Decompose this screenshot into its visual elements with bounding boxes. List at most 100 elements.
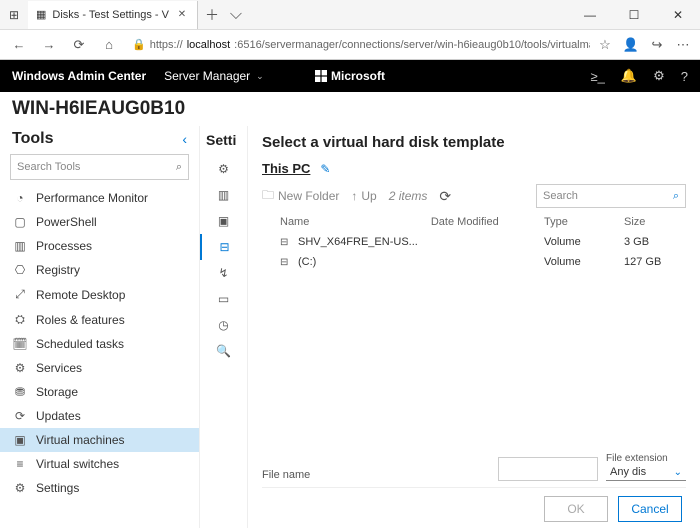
col-size[interactable]: Size <box>624 216 684 228</box>
settings-item-1[interactable]: ▥ <box>200 182 247 208</box>
help-icon[interactable]: ? <box>681 69 688 84</box>
tool-icon: ◔ <box>12 191 28 205</box>
more-icon[interactable]: ⋯ <box>672 37 694 53</box>
edit-path-icon[interactable]: ✎ <box>320 162 330 176</box>
tool-label: Registry <box>36 263 80 277</box>
sidebar-item-services[interactable]: ⚙Services <box>0 356 199 380</box>
volume-icon: ⊟ <box>280 257 294 268</box>
settings-heading: Setti <box>200 130 247 156</box>
settings-icon[interactable]: ⚙ <box>653 68 665 84</box>
server-manager-menu[interactable]: Server Manager ⌄ <box>164 69 264 83</box>
col-name[interactable]: Name <box>280 216 431 228</box>
settings-item-0[interactable]: ⚙ <box>200 156 247 182</box>
file-name: (C:) <box>298 256 316 268</box>
chevron-down-icon: ⌄ <box>674 467 682 478</box>
extension-label: File extension <box>606 453 686 464</box>
close-button[interactable]: ✕ <box>656 8 700 22</box>
notifications-icon[interactable]: 🔔 <box>621 68 637 84</box>
sidebar-item-roles-features[interactable]: ⛭Roles & features <box>0 307 199 332</box>
file-type: Volume <box>544 256 624 268</box>
tools-sidebar: Tools ‹ Search Tools ⌕ ◔Performance Moni… <box>0 126 200 528</box>
tool-label: Updates <box>36 409 81 423</box>
maximize-button[interactable]: ☐ <box>612 8 656 22</box>
search-icon: ⌕ <box>176 161 182 174</box>
file-row[interactable]: ⊟ (C:) Volume127 GB <box>262 252 686 272</box>
volume-icon: ⊟ <box>280 237 294 248</box>
new-folder-button[interactable]: 🗀 New Folder <box>262 186 339 207</box>
extension-select[interactable]: Any dis ⌄ <box>606 464 686 481</box>
up-button[interactable]: ↑ Up <box>351 189 376 203</box>
file-search-input[interactable]: Search ⌕ <box>536 184 686 208</box>
settings-item-5[interactable]: ▭ <box>200 286 247 312</box>
tab-title: Disks - Test Settings - V <box>52 9 169 21</box>
tool-label: Processes <box>36 239 92 253</box>
sidebar-item-registry[interactable]: ⎔ Registry <box>0 258 199 282</box>
tool-icon: ≡ <box>12 457 28 471</box>
browser-tab[interactable]: ▦ Disks - Test Settings - V ✕ <box>28 1 198 29</box>
forward-button[interactable]: → <box>36 37 62 52</box>
col-type[interactable]: Type <box>544 216 624 228</box>
refresh-list-icon[interactable]: ⟳ <box>439 188 451 205</box>
file-row[interactable]: ⊟SHV_X64FRE_EN-US...Volume3 GB <box>262 232 686 252</box>
console-icon[interactable]: ≥_ <box>591 69 605 84</box>
settings-item-2[interactable]: ▣ <box>200 208 247 234</box>
tool-label: Remote Desktop <box>36 288 125 302</box>
tool-label: Scheduled tasks <box>36 337 124 351</box>
tool-icon: ▣ <box>12 433 28 447</box>
sidebar-item-processes[interactable]: ▥ Processes <box>0 234 199 258</box>
tool-label: Virtual machines <box>36 433 125 447</box>
sidebar-item-scheduled-tasks[interactable]: 🗓Scheduled tasks <box>0 332 199 356</box>
sidebar-item-updates[interactable]: ⟳ Updates <box>0 404 199 428</box>
file-size: 127 GB <box>624 256 684 268</box>
url-input[interactable]: 🔒 https://localhost:6516/servermanager/c… <box>126 38 590 51</box>
minimize-button[interactable]: — <box>568 8 612 22</box>
sidebar-item-remote-desktop[interactable]: ⤢Remote Desktop <box>0 282 199 307</box>
sidebar-item-settings[interactable]: ⚙Settings <box>0 476 199 500</box>
home-button[interactable]: ⌂ <box>96 37 122 52</box>
new-tab-button[interactable]: ＋ <box>198 5 226 25</box>
breadcrumb-path[interactable]: This PC <box>262 161 310 176</box>
settings-item-4[interactable]: ↯ <box>200 260 247 286</box>
sidebar-item-storage[interactable]: ⛃Storage <box>0 380 199 404</box>
collapse-tools-icon[interactable]: ‹ <box>182 131 187 147</box>
sidebar-item-performance-monitor[interactable]: ◔Performance Monitor <box>0 186 199 210</box>
filename-label: File name <box>262 469 322 481</box>
app-icon: ⊞ <box>0 8 28 22</box>
back-button[interactable]: ← <box>6 37 32 52</box>
tools-search-placeholder: Search Tools <box>17 161 80 173</box>
filename-input[interactable] <box>498 457 598 481</box>
file-size: 3 GB <box>624 236 684 248</box>
settings-item-7[interactable]: 🔍 <box>200 338 247 364</box>
refresh-button[interactable]: ⟳ <box>66 37 92 53</box>
server-manager-label: Server Manager <box>164 69 250 83</box>
tools-search-input[interactable]: Search Tools ⌕ <box>10 154 189 180</box>
tool-label: PowerShell <box>36 215 97 229</box>
tab-favicon: ▦ <box>36 8 46 21</box>
select-template-panel: Select a virtual hard disk template This… <box>248 126 700 528</box>
tool-icon: ⛃ <box>12 385 28 399</box>
tool-icon: ▢ <box>12 215 28 229</box>
share-icon[interactable]: ↪ <box>646 37 668 53</box>
people-icon[interactable]: 👤 <box>620 37 642 53</box>
close-icon[interactable]: ✕ <box>175 8 189 22</box>
tool-icon: ⟳ <box>12 409 28 423</box>
settings-item-3[interactable]: ⊟ <box>200 234 247 260</box>
titlebar: ⊞ ▦ Disks - Test Settings - V ✕ ＋ ⌵ — ☐ … <box>0 0 700 30</box>
file-list-header: Name Date Modified Type Size <box>262 212 686 232</box>
app-brand[interactable]: Windows Admin Center <box>12 69 146 83</box>
ok-button[interactable]: OK <box>544 496 608 522</box>
favorites-icon[interactable]: ☆ <box>594 37 616 53</box>
settings-item-6[interactable]: ◷ <box>200 312 247 338</box>
tab-overflow-icon[interactable]: ⌵ <box>226 6 246 24</box>
sidebar-item-virtual-switches[interactable]: ≡Virtual switches <box>0 452 199 476</box>
col-modified[interactable]: Date Modified <box>431 216 544 228</box>
new-folder-icon: 🗀 <box>262 186 274 207</box>
cancel-button[interactable]: Cancel <box>618 496 682 522</box>
tool-icon: ▥ <box>12 239 28 253</box>
sidebar-item-virtual-machines[interactable]: ▣ Virtual machines <box>0 428 199 452</box>
hostname-heading: WIN-H6IEAUG0B10 <box>0 92 700 126</box>
dialog-title: Select a virtual hard disk template <box>262 134 686 151</box>
tool-icon: ⎔ <box>12 263 28 277</box>
sidebar-item-powershell[interactable]: ▢ PowerShell <box>0 210 199 234</box>
url-path: :6516/servermanager/connections/server/w… <box>234 39 590 51</box>
